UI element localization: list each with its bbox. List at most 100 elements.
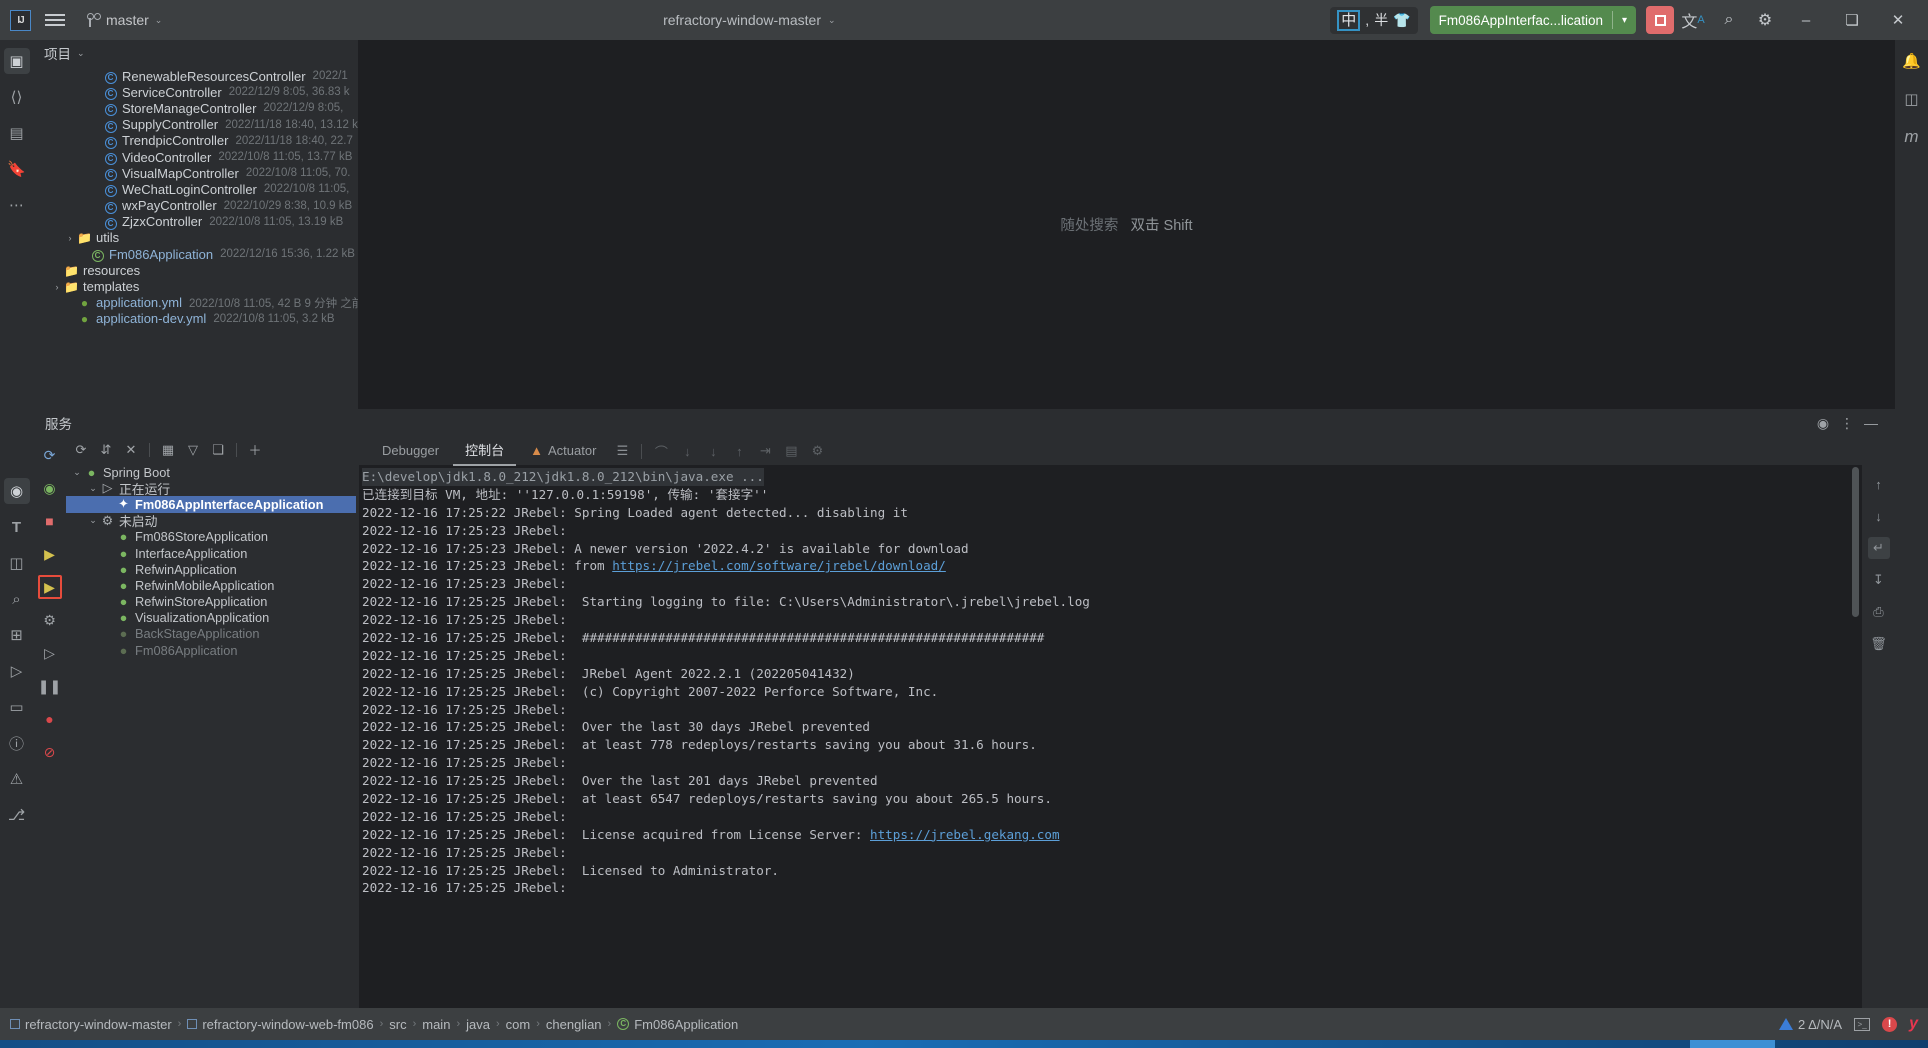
sidebar-item-find[interactable]: ⌕ xyxy=(4,586,30,612)
mute-breakpoints-icon[interactable]: ⊘ xyxy=(38,740,62,764)
console-scrollbar[interactable] xyxy=(1852,467,1859,617)
sidebar-item-layout[interactable]: ⊞ xyxy=(4,622,30,648)
rerun-service-icon[interactable]: ⟳ xyxy=(38,443,62,467)
run-configuration-selector[interactable]: Fm086AppInterfac...lication ▾ xyxy=(1429,6,1636,34)
project-tree-row[interactable]: C VisualMapController 2022/10/8 11:05, 70. xyxy=(33,165,358,182)
project-tree-row[interactable]: C VideoController 2022/10/8 11:05, 13.77 k… xyxy=(33,149,358,166)
breadcrumb-item[interactable]: java xyxy=(466,1017,490,1032)
services-tree-row[interactable]: ✦ Fm086AppInterfaceApplication xyxy=(66,496,356,513)
project-tree-row[interactable]: › 📁 templates xyxy=(33,278,358,294)
tab-actuator[interactable]: ▲ Actuator xyxy=(518,439,608,463)
breadcrumb-item[interactable]: main xyxy=(422,1017,450,1032)
project-tree-row[interactable]: CwxPayController 2022/10/29 8:38, 10.9 kB xyxy=(33,198,358,214)
project-tree-row[interactable]: 📁 resources xyxy=(33,262,358,278)
console-output[interactable]: E:\develop\jdk1.8.0_212\jdk1.8.0_212\bin… xyxy=(359,465,1862,1008)
notifications-icon[interactable]: 🔔 xyxy=(1899,48,1925,74)
vcs-branch-widget[interactable]: master ⌄ xyxy=(81,9,168,31)
step-over-icon[interactable]: ⌒ xyxy=(649,439,673,463)
project-tree-row[interactable]: C WeChatLoginController 2022/10/8 11:05, xyxy=(33,181,358,198)
services-tree[interactable]: ⌄ ● Spring Boot ⌄ ▷ 正在运行 ✦ Fm086AppInterfaceApp… xyxy=(66,462,356,1008)
services-tree-row[interactable]: ● InterfaceApplication xyxy=(66,545,356,561)
project-panel-header[interactable]: 项目 ⌄ xyxy=(33,40,358,66)
services-tree-row[interactable]: ● BackStageApplication xyxy=(66,626,356,642)
error-status-icon[interactable]: ! xyxy=(1882,1016,1898,1032)
sidebar-item-warnings[interactable]: ⚠ xyxy=(4,766,30,792)
intellij-logo-icon[interactable]: IJ xyxy=(10,9,31,31)
project-tree-row[interactable]: C SupplyController 2022/11/18 18:40, 13.12… xyxy=(33,117,358,133)
group-icon[interactable]: ▦ xyxy=(157,439,179,461)
window-close-button[interactable]: ✕ xyxy=(1876,0,1920,40)
project-selector[interactable]: refractory-window-master ⌄ xyxy=(657,9,841,31)
breadcrumb-item[interactable]: chenglian xyxy=(546,1017,602,1032)
database-icon[interactable]: ◫ xyxy=(1899,86,1925,112)
step-out-icon[interactable]: ↑ xyxy=(727,439,751,463)
project-tree-row[interactable]: C TrendpicController 2022/11/18 18:40, 22.… xyxy=(33,133,358,149)
tree-twisty-icon[interactable]: › xyxy=(50,282,64,292)
help-icon[interactable]: ◉ xyxy=(1811,411,1835,435)
tree-twisty-icon[interactable]: ⌄ xyxy=(86,483,100,494)
force-step-into-icon[interactable]: ↓ xyxy=(701,439,725,463)
window-maximize-button[interactable]: ❏ xyxy=(1830,0,1874,40)
services-tree-row[interactable]: ⌄ ⚙ 未启动 xyxy=(66,513,356,530)
services-tree-row[interactable]: ● Fm086StoreApplication xyxy=(66,529,356,545)
add-service-icon[interactable]: ＋ xyxy=(244,439,266,461)
sidebar-item-bookmarks[interactable]: 🔖 xyxy=(4,156,30,182)
window-minimize-button[interactable]: – xyxy=(1784,0,1828,40)
sidebar-item-screenshot[interactable]: ◫ xyxy=(4,550,30,576)
soft-wrap-toggle-icon[interactable]: ↵ xyxy=(1867,537,1890,559)
project-tree-row[interactable]: C ZjzxController 2022/10/8 11:05, 13.19 kB xyxy=(33,214,358,230)
breadcrumb-item[interactable]: refractory-window-master xyxy=(10,1017,172,1032)
main-menu-icon[interactable] xyxy=(45,9,67,31)
search-icon[interactable]: ⌕ xyxy=(1712,3,1746,37)
taskbar-active-window[interactable] xyxy=(1690,1040,1775,1048)
evaluate-icon[interactable]: ▤ xyxy=(779,439,803,463)
project-tree-row[interactable]: ● application.yml 2022/10/8 11:05, 42 B 9 … xyxy=(33,295,358,311)
services-tree-row[interactable]: ⌄ ▷ 正在运行 xyxy=(66,480,356,497)
project-tree-row[interactable]: C StoreManageController 2022/12/9 8:05, xyxy=(33,100,358,117)
sidebar-item-terminal[interactable]: ▭ xyxy=(4,694,30,720)
clear-all-icon[interactable]: 🗑 xyxy=(1868,633,1890,655)
new-tab-icon[interactable]: ❏ xyxy=(207,439,229,461)
sidebar-item-more[interactable]: ⋯ xyxy=(4,192,30,218)
sidebar-item-git[interactable]: ⎇ xyxy=(4,802,30,828)
filter-icon[interactable]: ▽ xyxy=(182,439,204,461)
debug-jrebel-icon[interactable]: ▶ xyxy=(37,575,62,599)
jrebel-status-icon[interactable]: y xyxy=(1909,1015,1918,1033)
more-options-icon[interactable]: ⋮ xyxy=(1835,411,1859,435)
debug-service-icon[interactable]: ◉ xyxy=(38,476,62,500)
breadcrumb-item[interactable]: refractory-window-web-fm086 xyxy=(187,1017,374,1032)
editor-area[interactable]: 随处搜索 双击 Shift xyxy=(358,40,1895,409)
project-tree-row[interactable]: C ServiceController 2022/12/9 8:05, 36.83 … xyxy=(33,84,358,101)
step-into-icon[interactable]: ↓ xyxy=(675,439,699,463)
expand-collapse-icon[interactable]: ⇵ xyxy=(95,439,117,461)
hide-panel-icon[interactable]: — xyxy=(1859,411,1883,435)
breadcrumb-item[interactable]: src xyxy=(389,1017,406,1032)
settings-gear-icon[interactable]: ⚙ xyxy=(1748,3,1782,37)
scroll-to-end-icon[interactable]: ↧ xyxy=(1868,569,1890,591)
scroll-down-icon[interactable]: ↓ xyxy=(1868,505,1890,527)
sidebar-item-structure[interactable]: ▤ xyxy=(4,120,30,146)
sidebar-item-project[interactable]: ▣ xyxy=(3,48,30,74)
breadcrumb-item[interactable]: C Fm086Application xyxy=(617,1017,738,1032)
breakpoint-icon[interactable]: ● xyxy=(38,707,62,731)
settings-console-icon[interactable]: ⚙ xyxy=(805,439,829,463)
services-tree-row[interactable]: ● RefwinApplication xyxy=(66,561,356,577)
translate-icon[interactable]: 文A xyxy=(1676,3,1710,37)
breadcrumb-item[interactable]: com xyxy=(506,1017,531,1032)
sidebar-item-run[interactable]: ▷ xyxy=(4,658,30,684)
run-to-cursor-icon[interactable]: ⇥ xyxy=(753,439,777,463)
services-tree-row[interactable]: ● VisualizationApplication xyxy=(66,610,356,626)
os-taskbar[interactable] xyxy=(0,1040,1928,1048)
pause-program-icon[interactable]: ❚❚ xyxy=(38,674,62,698)
print-icon[interactable]: ⎙ xyxy=(1868,601,1890,623)
services-tree-row[interactable]: ● Fm086Application xyxy=(66,642,356,658)
tab-debugger[interactable]: Debugger xyxy=(370,439,451,463)
services-tree-row[interactable]: ● RefwinMobileApplication xyxy=(66,577,356,593)
console-link[interactable]: https://jrebel.gekang.com xyxy=(870,827,1060,842)
tree-twisty-icon[interactable]: ⌄ xyxy=(86,515,100,526)
refresh-icon[interactable]: ⟳ xyxy=(70,439,92,461)
soft-wrap-icon[interactable]: ☰ xyxy=(610,439,634,463)
services-tree-row[interactable]: ⌄ ● Spring Boot xyxy=(66,464,356,480)
sidebar-item-problems[interactable]: ⓘ xyxy=(4,730,30,756)
sidebar-item-todo[interactable]: T xyxy=(4,514,30,540)
